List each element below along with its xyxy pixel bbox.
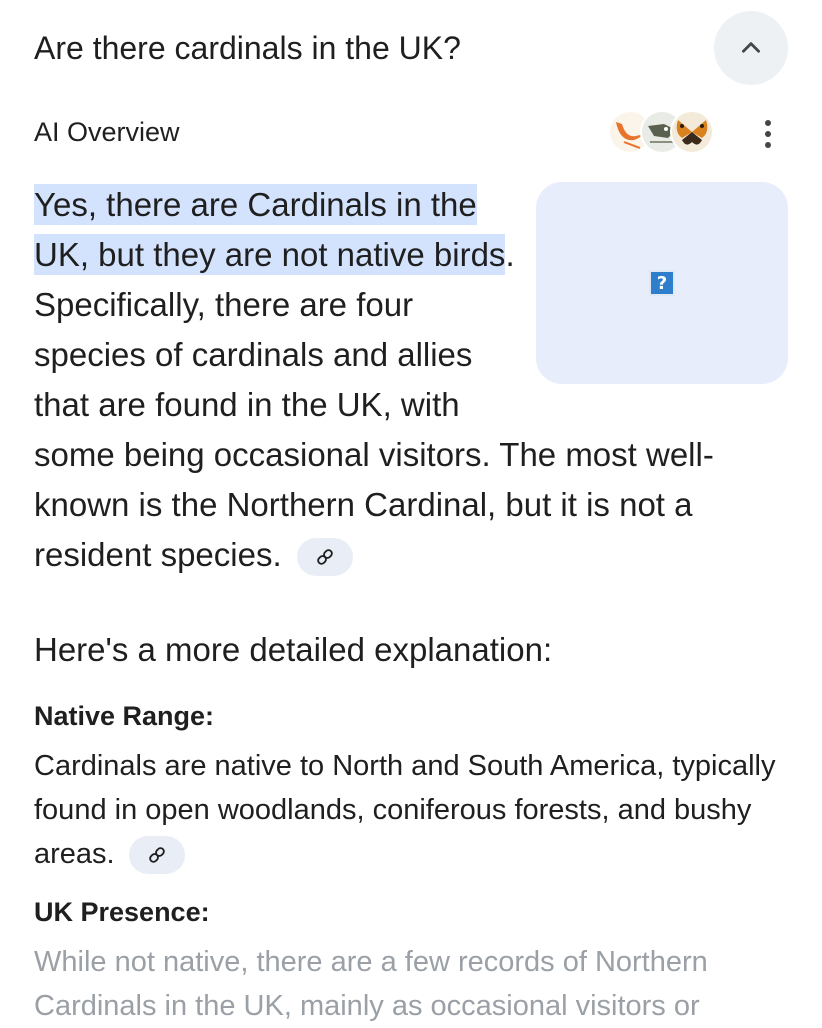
question-title: Are there cardinals in the UK? [34,30,461,66]
link-icon [148,847,165,864]
source-favicon-butterfly[interactable] [670,110,714,154]
chevron-up-icon [742,42,760,53]
answer-paragraph: Yes, there are Cardinals in the UK, but … [34,180,794,580]
section-body-native-range: Cardinals are native to North and South … [34,744,794,876]
source-favicons[interactable] [608,110,716,156]
link-icon [317,549,333,566]
section-body-uk-presence: While not native, there are a few record… [34,946,708,1022]
answer-highlight: Yes, there are Cardinals in the UK, but … [34,184,506,275]
source-link-chip[interactable] [296,538,353,577]
explanation-intro: Here's a more detailed explanation: [34,631,553,668]
collapse-button[interactable] [714,11,788,85]
section-title-native-range: Native Range: [34,701,215,731]
more-options-button[interactable] [748,112,788,156]
more-vert-icon [765,120,771,126]
ai-overview-label: AI Overview [34,117,180,147]
section-title-uk-presence: UK Presence: [34,897,210,927]
source-link-chip[interactable] [128,836,185,875]
